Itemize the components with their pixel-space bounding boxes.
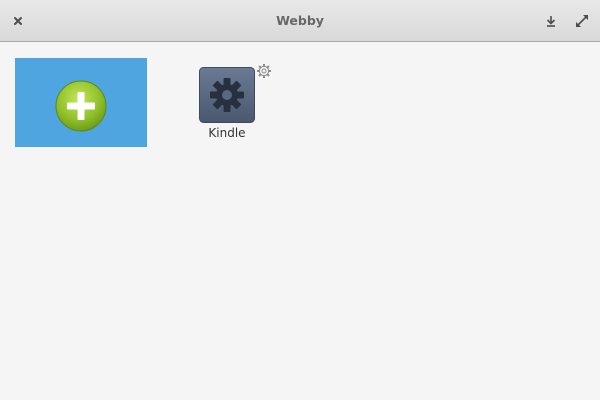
app-tile[interactable]: Kindle [187, 64, 271, 146]
app-label: Kindle [208, 126, 246, 140]
download-button[interactable] [541, 11, 561, 31]
gear-icon [257, 64, 271, 78]
add-icon [55, 80, 107, 132]
window-title: Webby [276, 13, 324, 28]
header-bar: Webby [0, 0, 600, 42]
app-icon [199, 67, 255, 123]
add-app-tile[interactable] [15, 58, 147, 147]
download-icon [546, 16, 556, 27]
maximize-button[interactable] [572, 11, 592, 31]
close-icon [14, 17, 22, 25]
gear-icon [199, 67, 255, 123]
maximize-icon [576, 15, 588, 27]
close-button[interactable] [8, 11, 28, 31]
webby-window: Webby Kindle [0, 0, 600, 400]
app-settings-button[interactable] [256, 63, 272, 79]
